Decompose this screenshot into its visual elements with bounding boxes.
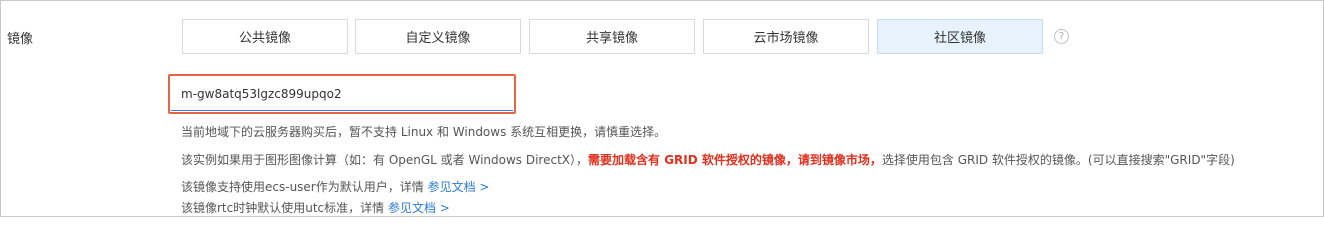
see-docs-link[interactable]: 参见文档 > xyxy=(388,201,450,215)
hint-rtc-clock: 该镜像rtc时钟默认使用utc标准，详情 参见文档 > xyxy=(181,199,450,216)
tab-label: 社区镜像 xyxy=(933,31,986,46)
tab-label: 共享镜像 xyxy=(585,31,638,46)
image-selection-panel: 镜像 公共镜像 自定义镜像 共享镜像 云市场镜像 社区镜像 ? 当前地域下的云服… xyxy=(0,0,1324,217)
tab-shared-image[interactable]: 共享镜像 xyxy=(529,19,695,54)
tab-public-image[interactable]: 公共镜像 xyxy=(182,19,348,54)
image-row-label: 镜像 xyxy=(7,32,34,47)
hint-ecs-user: 该镜像支持使用ecs-user作为默认用户，详情 参见文档 > xyxy=(181,178,489,195)
tab-label: 自定义镜像 xyxy=(405,31,471,46)
question-circle-icon[interactable]: ? xyxy=(1054,29,1069,44)
hint-text: 选择使用包含 GRID 软件授权的镜像。(可以直接搜索"GRID"字段) xyxy=(881,153,1235,167)
hint-text: 该镜像rtc时钟默认使用utc标准，详情 xyxy=(181,201,385,215)
hint-region-switch: 当前地域下的云服务器购买后，暂不支持 Linux 和 Windows 系统互相更… xyxy=(181,123,666,140)
tab-marketplace-image[interactable]: 云市场镜像 xyxy=(703,19,869,54)
see-docs-link[interactable]: 参见文档 > xyxy=(428,180,490,194)
hint-text: 该镜像支持使用ecs-user作为默认用户，详情 xyxy=(181,180,424,194)
hint-grid-license: 该实例如果用于图形图像计算（如：有 OpenGL 或者 Windows Dire… xyxy=(181,151,1235,168)
grid-warning-text: 需要加载含有 GRID 软件授权的镜像，请到镜像市场， xyxy=(588,153,882,167)
hint-text: 当前地域下的云服务器购买后，暂不支持 Linux 和 Windows 系统互相更… xyxy=(181,125,667,139)
hint-text: 该实例如果用于图形图像计算（如：有 OpenGL 或者 Windows Dire… xyxy=(181,153,589,167)
tab-community-image[interactable]: 社区镜像 xyxy=(877,19,1043,54)
tab-label: 云市场镜像 xyxy=(753,31,819,46)
tab-custom-image[interactable]: 自定义镜像 xyxy=(355,19,521,54)
image-id-input[interactable] xyxy=(171,77,513,111)
tab-label: 公共镜像 xyxy=(238,31,291,46)
